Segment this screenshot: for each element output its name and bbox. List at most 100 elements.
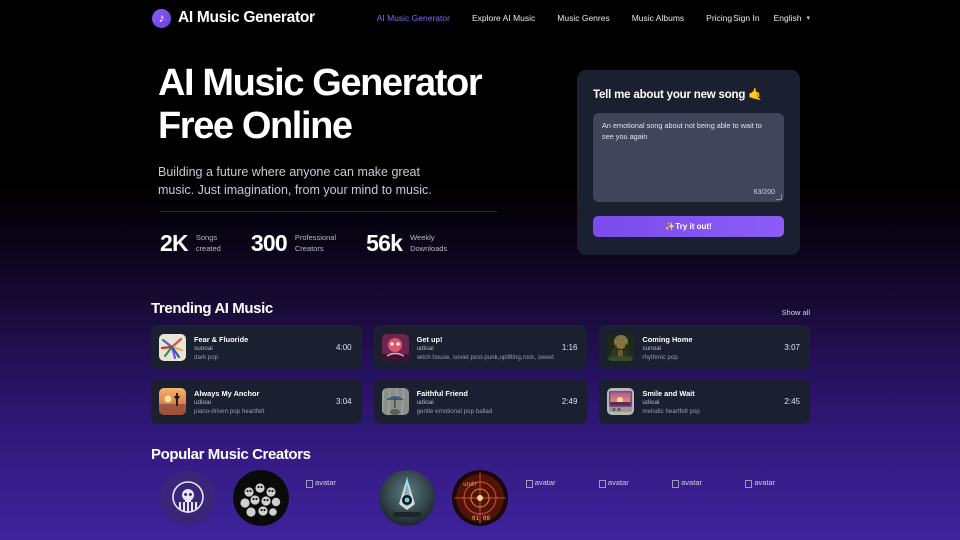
track-genre: witch house, soviet post-punk,uplifting,…: [416, 353, 554, 361]
nav-item-explore-ai-music[interactable]: Explore AI Music: [472, 13, 535, 23]
track-thumbnail: [607, 334, 635, 361]
sign-in-link[interactable]: Sign In: [733, 13, 759, 23]
list-item[interactable]: [224, 470, 297, 526]
track-duration: 2:45: [784, 397, 800, 406]
primary-nav: AI Music Generator Explore AI Music Musi…: [377, 13, 732, 23]
table-row[interactable]: Always My Anchor udioai piano-driven pop…: [151, 379, 362, 424]
page-root: ♪ AI Music Generator AI Music Generator …: [0, 0, 960, 540]
nav-item-music-genres[interactable]: Music Genres: [557, 13, 609, 23]
stat-label: Weekly Downloads: [410, 233, 447, 253]
table-row[interactable]: Coming Home sunoai rhythmic pop 3:07: [599, 325, 810, 370]
stat-professional-creators: 300 Professional Creators: [251, 230, 336, 257]
track-meta: Get up! udioai witch house, soviet post-…: [417, 335, 554, 361]
header-actions: Sign In English ▾: [733, 13, 810, 23]
language-label[interactable]: English: [774, 13, 802, 23]
trending-header: Trending AI Music Show all: [151, 300, 810, 317]
nav-item-ai-music-generator[interactable]: AI Music Generator: [377, 13, 450, 23]
list-item[interactable]: avatar: [590, 470, 663, 526]
track-title: Smile and Wait: [642, 388, 695, 398]
creators-row: avatar undr 01 08 avatar avatar avatar a…: [151, 470, 810, 526]
track-meta: Faithful Friend udioai gentle emotional …: [417, 389, 554, 415]
list-item[interactable]: avatar: [517, 470, 590, 526]
trending-title: Trending AI Music: [151, 300, 273, 317]
track-duration: 4:00: [336, 343, 352, 352]
hero-title-line2: Free Online: [158, 105, 353, 148]
track-artist: udioai: [416, 399, 434, 406]
avatar-alt-text: avatar: [607, 478, 629, 487]
show-all-link[interactable]: Show all: [782, 308, 810, 317]
track-thumbnail: [159, 334, 186, 361]
track-genre: piano-driven pop heartfelt: [194, 407, 265, 415]
avatar-broken-image: avatar: [306, 470, 362, 526]
svg-text:01 08: 01 08: [472, 515, 490, 522]
hero-section: AI Music Generator Free Online Building …: [158, 62, 518, 200]
list-item[interactable]: [371, 470, 444, 526]
song-prompt-value: An emotional song about not being able t…: [602, 121, 762, 141]
track-duration: 2:49: [561, 397, 578, 406]
avatar-broken-image: avatar: [526, 470, 582, 526]
track-artist: udioai: [194, 399, 212, 406]
track-genre: rhythmic pop: [642, 353, 678, 361]
avatar-alt-text: avatar: [681, 478, 702, 487]
table-row[interactable]: Fear & Fluoride sunoai dark pop 4:00: [151, 325, 362, 370]
table-row[interactable]: Smile and Wait udioai melodic heartfelt …: [599, 379, 810, 424]
resize-handle-icon[interactable]: [776, 194, 782, 200]
brand-name: AI Music Generator: [178, 9, 315, 26]
stat-label-line1: Weekly: [410, 233, 435, 243]
track-title: Get up!: [416, 334, 443, 344]
stat-label: Songs created: [196, 233, 221, 253]
stat-label-line1: Songs: [195, 233, 218, 243]
list-item[interactable]: avatar: [737, 470, 810, 526]
page-title: AI Music Generator Free Online: [158, 62, 518, 149]
track-artist: udioai: [642, 399, 660, 406]
creators-title: Popular Music Creators: [151, 446, 311, 463]
stat-label-line2: created: [195, 243, 221, 253]
track-title: Coming Home: [642, 334, 693, 344]
track-duration: 3:07: [784, 343, 800, 352]
prompt-card-title: Tell me about your new song 🤙: [593, 89, 763, 101]
track-meta: Always My Anchor udioai piano-driven pop…: [194, 389, 328, 415]
stat-label-line2: Creators: [294, 243, 324, 253]
track-duration: 1:16: [561, 343, 578, 352]
track-thumbnail: [381, 388, 409, 415]
track-meta: Fear & Fluoride sunoai dark pop: [194, 335, 328, 361]
avatar-alt-text: avatar: [315, 478, 336, 487]
stat-label-line1: Professional: [294, 233, 337, 243]
try-it-out-button[interactable]: ✨Try it out!: [593, 216, 784, 237]
track-genre: gentle emotional pop ballad: [416, 407, 493, 415]
list-item[interactable]: [151, 470, 224, 526]
broken-image-icon: avatar: [526, 478, 556, 487]
avatar-broken-image: avatar: [745, 470, 801, 526]
stat-weekly-downloads: 56k Weekly Downloads: [366, 230, 447, 257]
broken-image-icon: avatar: [672, 478, 702, 487]
brand-logo[interactable]: ♪ AI Music Generator: [152, 8, 315, 28]
site-header: ♪ AI Music Generator AI Music Generator …: [0, 0, 960, 36]
broken-image-icon: avatar: [745, 478, 775, 487]
stat-number: 2K: [160, 230, 189, 256]
track-artist: sunoai: [642, 345, 662, 352]
track-genre: dark pop: [194, 353, 219, 361]
list-item[interactable]: undr 01 08: [444, 470, 517, 526]
avatar-broken-image: avatar: [672, 470, 728, 526]
stats-row: 2K Songs created 300 Professional Creato…: [160, 211, 497, 257]
avatar: undr 01 08: [452, 470, 509, 526]
prompt-card: Tell me about your new song 🤙 An emotion…: [577, 70, 800, 255]
table-row[interactable]: Faithful Friend udioai gentle emotional …: [373, 379, 588, 424]
stat-songs-created: 2K Songs created: [160, 230, 221, 257]
nav-item-music-albums[interactable]: Music Albums: [632, 13, 684, 23]
track-thumbnail: [607, 388, 635, 415]
song-prompt-input[interactable]: An emotional song about not being able t…: [593, 113, 784, 202]
svg-text:undr: undr: [463, 481, 478, 488]
list-item[interactable]: avatar: [664, 470, 737, 526]
avatar: [232, 470, 289, 526]
nav-item-pricing[interactable]: Pricing: [706, 13, 732, 23]
avatar-alt-text: avatar: [754, 478, 776, 487]
track-meta: Smile and Wait udioai melodic heartfelt …: [642, 389, 776, 415]
avatar: [159, 470, 216, 526]
list-item[interactable]: avatar: [297, 470, 370, 526]
stat-number: 300: [250, 230, 288, 256]
character-counter: 63/200: [753, 189, 775, 196]
stat-label: Professional Creators: [295, 233, 336, 253]
language-selector[interactable]: English ▾: [774, 13, 810, 23]
table-row[interactable]: Get up! udioai witch house, soviet post-…: [373, 325, 588, 370]
